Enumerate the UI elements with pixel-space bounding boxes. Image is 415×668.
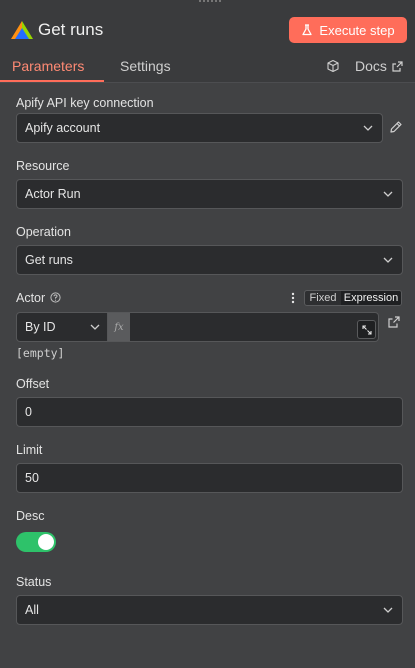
expression-preview: [empty] <box>16 346 65 360</box>
flask-icon <box>302 24 313 36</box>
node-title: Get runs <box>38 20 104 39</box>
offset-label: Offset <box>16 377 50 391</box>
execute-step-button[interactable]: Execute step <box>289 17 407 43</box>
fixed-expression-toggle: Fixed Expression <box>304 290 402 306</box>
pencil-icon[interactable] <box>389 120 403 134</box>
external-link-icon[interactable] <box>388 316 400 328</box>
actor-input-row: By ID fx <box>16 312 379 342</box>
docs-link[interactable]: Docs <box>355 58 403 74</box>
kebab-menu-icon[interactable] <box>291 292 295 304</box>
offset-value: 0 <box>25 405 32 419</box>
operation-label: Operation <box>16 225 71 239</box>
actor-mode-value: By ID <box>25 320 56 334</box>
apify-logo-icon <box>11 21 33 39</box>
operation-select[interactable]: Get runs <box>16 245 403 275</box>
status-value: All <box>25 603 39 617</box>
active-tab-indicator <box>0 80 104 82</box>
tab-parameters[interactable]: Parameters <box>12 58 84 74</box>
status-label: Status <box>16 575 52 589</box>
credential-value: Apify account <box>25 121 101 135</box>
expand-icon <box>361 324 372 335</box>
cube-icon <box>327 59 339 73</box>
operation-value: Get runs <box>25 253 73 267</box>
expand-editor-button[interactable] <box>357 320 376 339</box>
chevron-down-icon <box>363 125 373 131</box>
tab-settings[interactable]: Settings <box>120 58 171 74</box>
fixed-option[interactable]: Fixed <box>305 291 341 305</box>
help-circle-icon[interactable] <box>50 292 61 303</box>
limit-value: 50 <box>25 471 39 485</box>
chevron-down-icon <box>383 607 393 613</box>
chevron-down-icon <box>383 257 393 263</box>
execute-step-label: Execute step <box>319 22 395 38</box>
limit-label: Limit <box>16 443 43 457</box>
resource-select[interactable]: Actor Run <box>16 179 403 209</box>
credential-select[interactable]: Apify account <box>16 113 383 143</box>
actor-label: Actor <box>16 291 46 305</box>
actor-expression-input[interactable] <box>130 312 379 342</box>
resource-value: Actor Run <box>25 187 81 201</box>
node-header: Get runs Execute step Parameters Setting… <box>0 0 415 83</box>
expression-option[interactable]: Expression <box>341 291 401 305</box>
toggle-knob <box>38 534 54 550</box>
drag-handle[interactable] <box>196 0 224 4</box>
chevron-down-icon <box>383 191 393 197</box>
fx-badge: fx <box>108 312 130 342</box>
credential-label: Apify API key connection <box>16 96 154 110</box>
status-select[interactable]: All <box>16 595 403 625</box>
docs-label: Docs <box>355 58 387 74</box>
external-link-icon <box>392 60 403 72</box>
chevron-down-icon <box>90 324 100 330</box>
desc-toggle[interactable] <box>16 532 56 552</box>
limit-input[interactable]: 50 <box>16 463 403 493</box>
offset-input[interactable]: 0 <box>16 397 403 427</box>
actor-mode-select[interactable]: By ID <box>16 312 108 342</box>
resource-label: Resource <box>16 159 70 173</box>
desc-label: Desc <box>16 509 45 523</box>
